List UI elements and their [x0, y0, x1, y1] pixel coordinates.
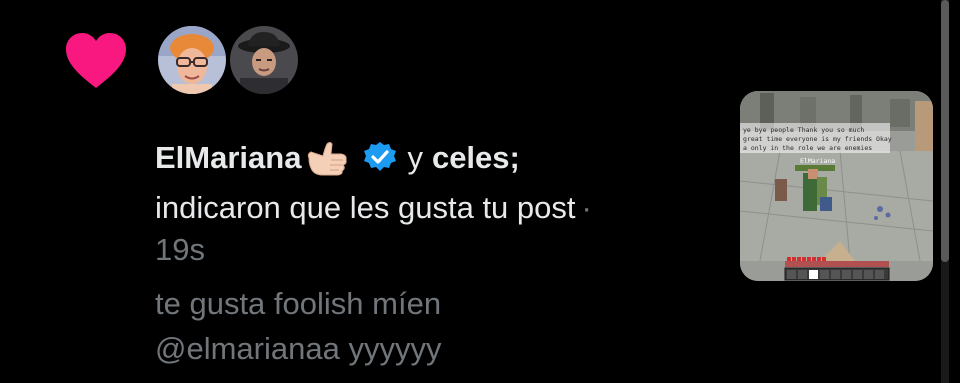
- minecraft-screenshot-thumbnail-icon: ye bye people Thank you so much great ti…: [740, 91, 933, 281]
- avatar[interactable]: [230, 26, 298, 94]
- liker-avatars: [158, 26, 298, 94]
- post-media-thumbnail[interactable]: ye bye people Thank you so much great ti…: [740, 91, 933, 281]
- verified-badge-icon: [364, 142, 397, 171]
- post-text-line: @elmarianaa yyyyyy: [155, 331, 442, 366]
- call-me-hand-emoji-icon: [308, 142, 348, 176]
- action-text: indicaron que les gusta tu post: [155, 190, 576, 225]
- chat-line: ye bye people Thank you so much: [743, 126, 864, 134]
- heart-icon: [66, 33, 126, 88]
- scrollbar-thumb[interactable]: [941, 0, 949, 262]
- liked-post-text[interactable]: te gusta foolish míen @elmarianaa yyyyyy: [155, 281, 441, 371]
- notification-action-text: indicaron que les gusta tu post ·: [155, 188, 592, 228]
- timestamp[interactable]: 19s: [155, 230, 205, 270]
- avatar[interactable]: [158, 26, 226, 94]
- conjunction-text: y: [407, 140, 423, 175]
- player-nametag: ElMariana: [800, 157, 835, 165]
- user-name-link[interactable]: ElMariana: [155, 138, 301, 178]
- chat-line: great time everyone is my friends Okay: [743, 135, 892, 143]
- notification-header: ElMariana y celes;: [155, 138, 520, 178]
- like-notification[interactable]: ElMariana y celes; indicaron que les gus…: [0, 0, 960, 383]
- post-text-line: te gusta foolish míen: [155, 286, 442, 321]
- user-name-link[interactable]: celes;: [432, 138, 520, 178]
- separator-dot: ·: [581, 190, 592, 225]
- chat-line: a only in the role we are enemies: [743, 144, 872, 152]
